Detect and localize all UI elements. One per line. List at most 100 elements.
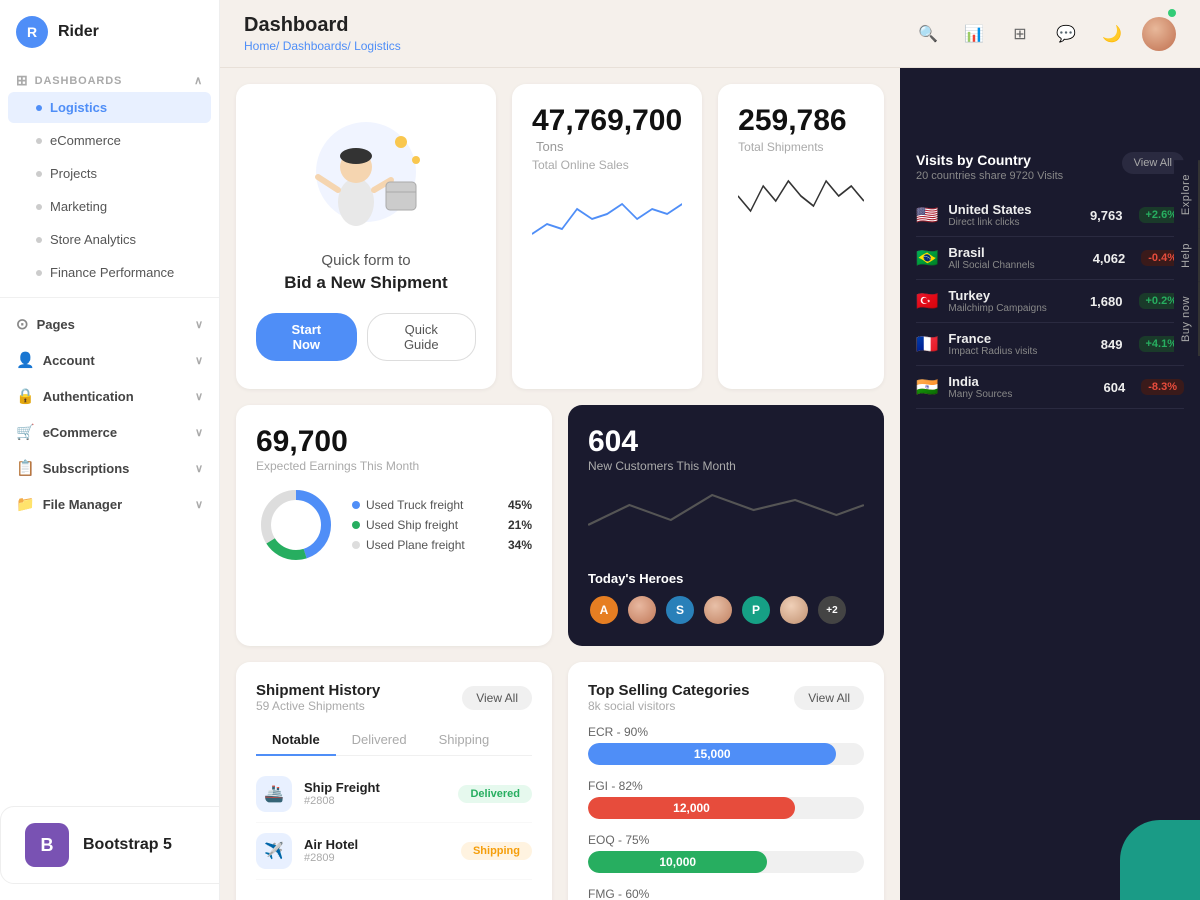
bootstrap-name: Bootstrap 5 — [83, 836, 172, 854]
selling-bars: ECR - 90% 15,000 FGI - 82% 12,000 — [588, 725, 864, 900]
sidebar-subscriptions[interactable]: 📋 Subscriptions ∨ — [0, 450, 219, 486]
country-row-fr: 🇫🇷 France Impact Radius visits 849 +4.1% — [916, 323, 1184, 366]
country-name-fr: France — [948, 331, 1037, 346]
bar-fill-eoq: 10,000 — [588, 851, 767, 873]
hero-avatar-2[interactable] — [626, 594, 658, 626]
country-name-us: United States — [948, 202, 1031, 217]
country-row-us: 🇺🇸 United States Direct link clicks 9,76… — [916, 194, 1184, 237]
freight-legend: Used Truck freight 45% Used Ship freight… — [352, 498, 532, 552]
theme-toggle-icon[interactable]: 🌙 — [1096, 18, 1128, 50]
country-visits-fr: 849 — [1101, 337, 1123, 352]
side-tabs: Explore Help Buy now — [1174, 160, 1200, 356]
bar-label-fgi: FGI - 82% — [588, 779, 864, 793]
country-source-us: Direct link clicks — [948, 217, 1031, 228]
tab-delivered[interactable]: Delivered — [336, 725, 423, 756]
table-row: ✈️ Air Hotel #2809 Shipping — [256, 823, 532, 880]
earnings-card: 69,700 Expected Earnings This Month — [236, 405, 552, 646]
sidebar-item-finance[interactable]: Finance Performance — [8, 257, 211, 288]
sidebar-item-ecommerce[interactable]: eCommerce — [8, 125, 211, 156]
country-info-tr: Turkey Mailchimp Campaigns — [948, 288, 1046, 314]
avatar-container — [1142, 17, 1176, 51]
shipment-view-all-button[interactable]: View All — [462, 686, 532, 710]
topbar-title-area: Dashboard Home/ Dashboards/ Logistics — [244, 14, 401, 53]
pages-icon: ⊙ — [16, 315, 29, 333]
hero-avatar-p[interactable]: P — [740, 594, 772, 626]
bar-track-ecr: 15,000 — [588, 743, 864, 765]
dot-icon — [36, 270, 42, 276]
divider — [0, 297, 219, 298]
country-info-in: India Many Sources — [948, 374, 1012, 400]
sidebar-pages[interactable]: ⊙ Pages ∨ — [0, 306, 219, 342]
buynow-tab[interactable]: Buy now — [1174, 282, 1200, 356]
flag-br: 🇧🇷 — [916, 248, 938, 269]
online-indicator — [1168, 9, 1176, 17]
bar-eoq: EOQ - 75% 10,000 — [588, 833, 864, 873]
visits-title-block: Visits by Country 20 countries share 972… — [916, 152, 1063, 182]
explore-tab[interactable]: Explore — [1174, 160, 1200, 229]
ship-info-1: Ship Freight #2808 — [304, 780, 380, 807]
ship-label: Used Ship freight — [366, 518, 458, 532]
search-icon[interactable]: 🔍 — [912, 18, 944, 50]
hero-avatar-s[interactable]: S — [664, 594, 696, 626]
sidebar-dashboards-section[interactable]: ⊞ Dashboards ∧ — [0, 68, 219, 91]
truck-label: Used Truck freight — [366, 498, 463, 512]
hero-avatar-4[interactable] — [778, 594, 810, 626]
grid-icon[interactable]: ⊞ — [1004, 18, 1036, 50]
flag-tr: 🇹🇷 — [916, 291, 938, 312]
visits-header: Visits by Country 20 countries share 972… — [916, 152, 1184, 182]
ship-name-1: Ship Freight — [304, 780, 380, 795]
help-tab[interactable]: Help — [1174, 229, 1200, 282]
account-icon: 👤 — [16, 351, 35, 369]
sidebar-file-manager[interactable]: 📁 File Manager ∨ — [0, 486, 219, 522]
ship-icon-2: ✈️ — [256, 833, 292, 869]
dot-icon — [36, 204, 42, 210]
heroes-title: Today's Heroes — [588, 571, 864, 586]
chart-icon[interactable]: 📊 — [958, 18, 990, 50]
hero-avatar-a[interactable]: A — [588, 594, 620, 626]
country-source-in: Many Sources — [948, 389, 1012, 400]
ship-id-2: #2809 — [304, 852, 358, 864]
quickform-title: Quick form to — [321, 252, 410, 269]
ship-legend-item: Used Ship freight 21% — [352, 518, 532, 532]
flag-us: 🇺🇸 — [916, 205, 938, 226]
user-avatar[interactable] — [1142, 17, 1176, 51]
logo-icon: R — [16, 16, 48, 48]
country-source-tr: Mailchimp Campaigns — [948, 303, 1046, 314]
ship-dot — [352, 521, 360, 529]
sidebar-item-store-analytics[interactable]: Store Analytics — [8, 224, 211, 255]
plane-label: Used Plane freight — [366, 538, 465, 552]
country-name-in: India — [948, 374, 1012, 389]
hero-avatar-more[interactable]: +2 — [816, 594, 848, 626]
start-now-button[interactable]: Start Now — [256, 313, 357, 361]
ship-pct: 21% — [508, 518, 532, 532]
chat-icon[interactable]: 💬 — [1050, 18, 1082, 50]
sidebar-item-projects[interactable]: Projects — [8, 158, 211, 189]
sidebar-authentication[interactable]: 🔒 Authentication ∨ — [0, 378, 219, 414]
bar-fgi: FGI - 82% 12,000 — [588, 779, 864, 819]
tab-shipping[interactable]: Shipping — [423, 725, 506, 756]
sidebar-item-logistics[interactable]: Logistics — [8, 92, 211, 123]
sidebar-item-marketing[interactable]: Marketing — [8, 191, 211, 222]
bottom-row: Shipment History 59 Active Shipments Vie… — [236, 662, 884, 900]
hero-avatar-3[interactable] — [702, 594, 734, 626]
top-selling-card: Top Selling Categories 8k social visitor… — [568, 662, 884, 900]
selling-view-all-button[interactable]: View All — [794, 686, 864, 710]
files-icon: 📁 — [16, 495, 35, 513]
sidebar-account[interactable]: 👤 Account ∨ — [0, 342, 219, 378]
bar-label-eoq: EOQ - 75% — [588, 833, 864, 847]
country-source-br: All Social Channels — [948, 260, 1034, 271]
dot-icon — [36, 105, 42, 111]
sidebar-logo[interactable]: R Rider — [0, 16, 219, 68]
truck-pct: 45% — [508, 498, 532, 512]
selling-title-block: Top Selling Categories 8k social visitor… — [588, 682, 749, 713]
sidebar-ecommerce-section[interactable]: 🛒 eCommerce ∨ — [0, 414, 219, 450]
quick-guide-button[interactable]: Quick Guide — [367, 313, 476, 361]
bar-label-fmg: FMG - 60% — [588, 887, 864, 900]
ship-id-1: #2808 — [304, 795, 380, 807]
online-sales-unit: Tons — [536, 139, 563, 154]
tab-notable[interactable]: Notable — [256, 725, 336, 756]
online-sales-label: Total Online Sales — [532, 158, 682, 172]
form-illustration — [296, 112, 436, 232]
right-panel: Explore Help Buy now Visits by Country 2… — [900, 68, 1200, 900]
subscriptions-icon: 📋 — [16, 459, 35, 477]
